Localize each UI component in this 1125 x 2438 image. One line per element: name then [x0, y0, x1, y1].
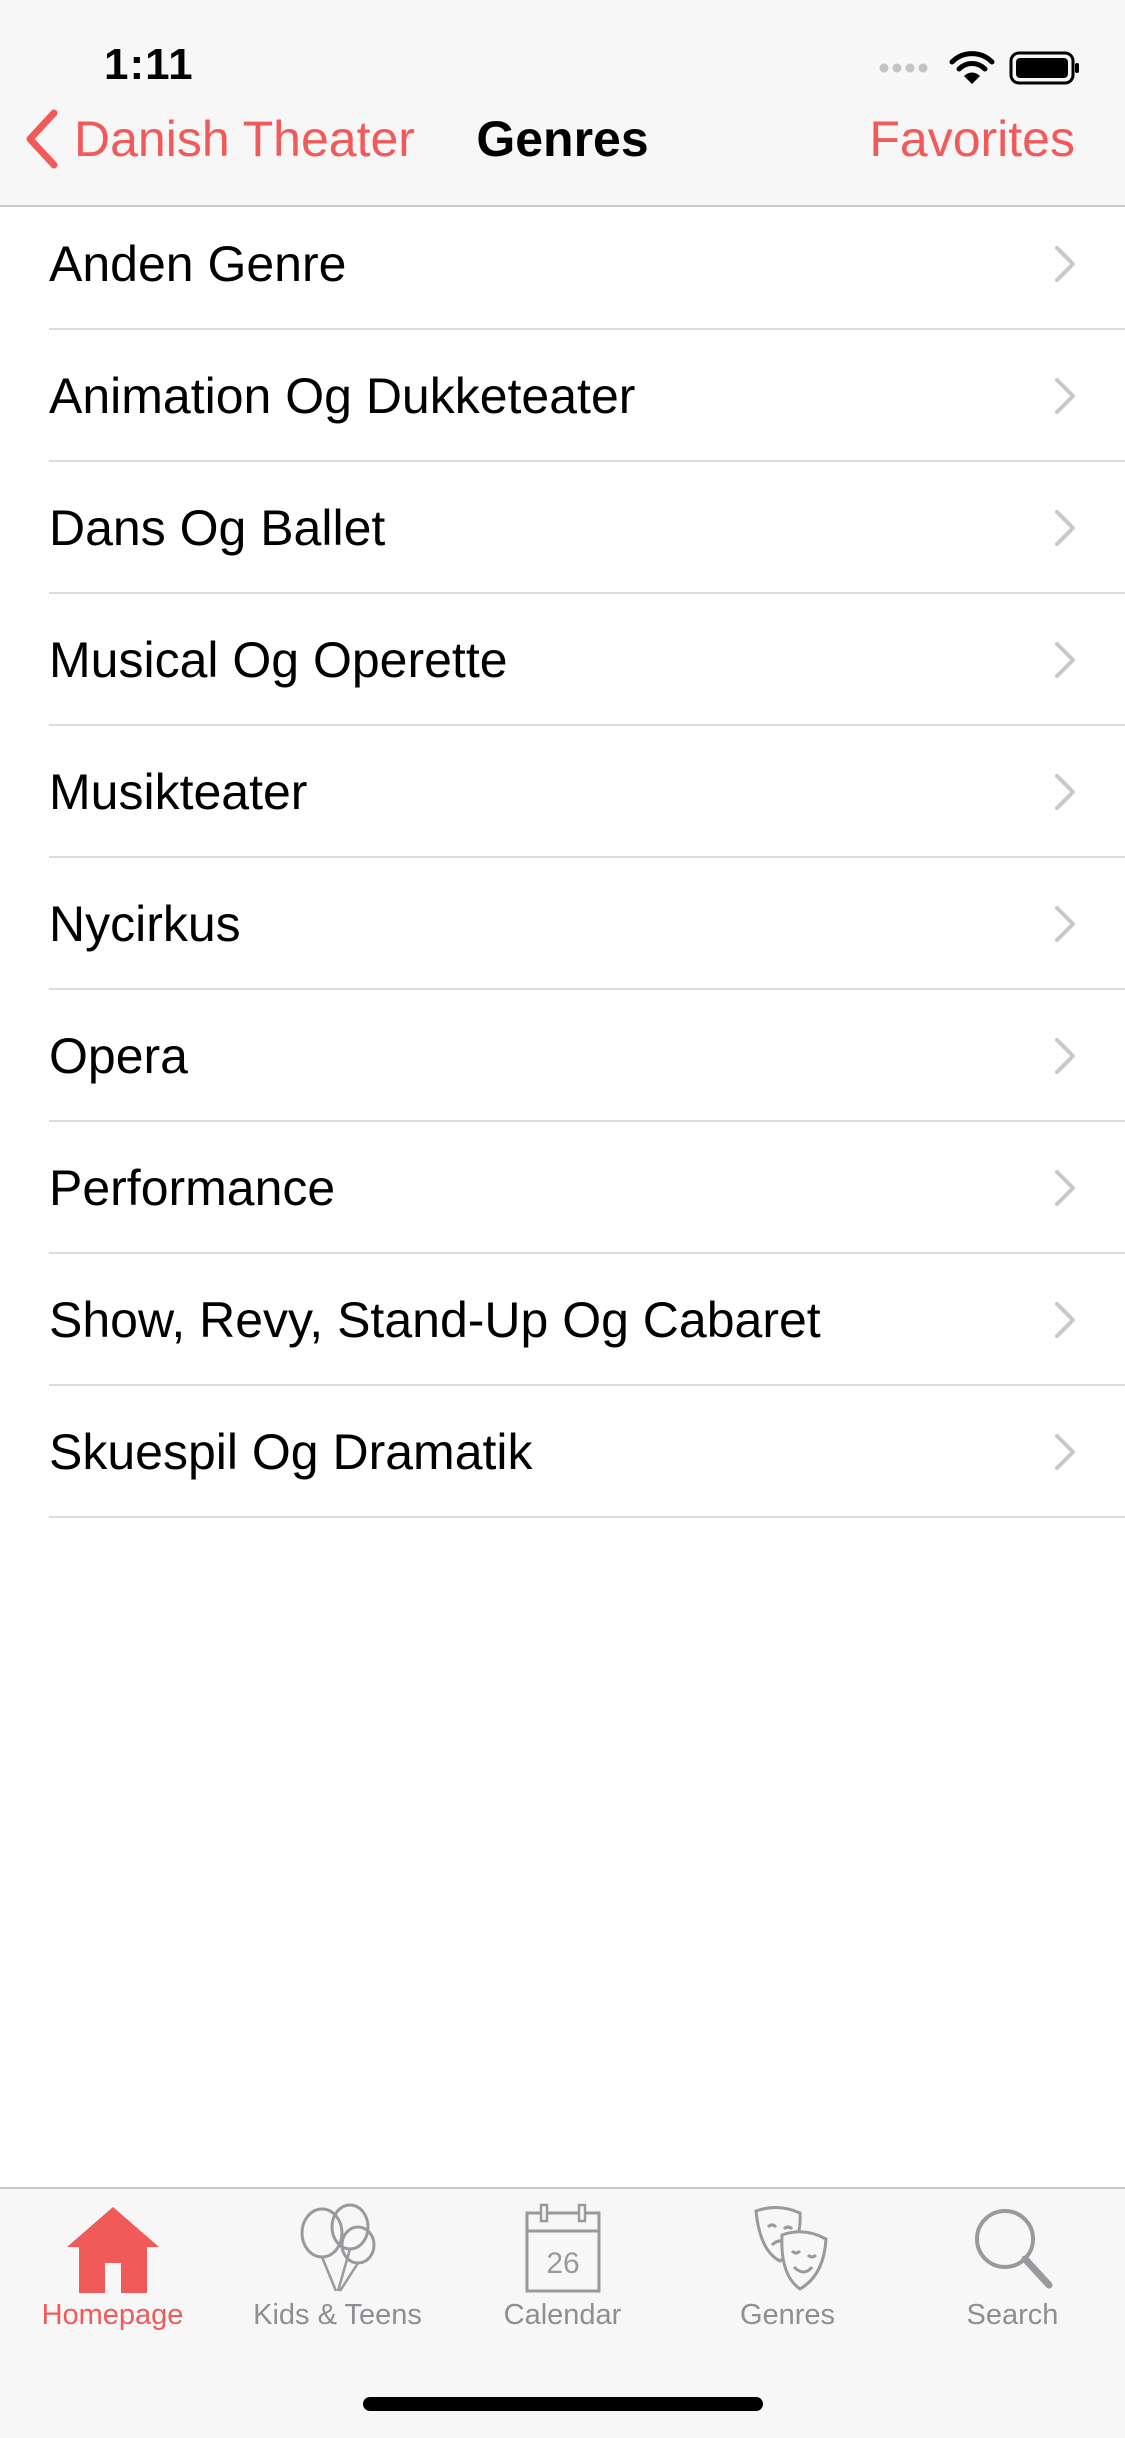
tab-label: Genres [739, 2299, 836, 2331]
list-item[interactable]: Show, Revy, Stand-Up Og Cabaret [0, 1254, 1125, 1386]
genre-list: Anden Genre Animation Og Dukketeater Dan… [0, 198, 1125, 1518]
theater-masks-icon [753, 2206, 828, 2291]
tab-label: Calendar [503, 2299, 622, 2331]
list-item[interactable]: Nycirkus [0, 858, 1125, 990]
house-icon [66, 2207, 159, 2293]
list-item-label: Nycirkus [49, 896, 241, 952]
list-item-label: Anden Genre [49, 236, 347, 292]
list-item-label: Opera [49, 1028, 188, 1084]
calendar-date: 26 [546, 2247, 579, 2280]
navigation-bar: Genres Danish Theater Favorites [0, 95, 1125, 207]
chevron-right-icon [1055, 1038, 1075, 1074]
list-item[interactable]: Musical Og Operette [0, 594, 1125, 726]
chevron-right-icon [1055, 510, 1075, 546]
tab-genres[interactable]: Genres [675, 2201, 900, 2351]
back-button[interactable]: Danish Theater [24, 95, 415, 183]
list-item-label: Musical Og Operette [49, 632, 508, 688]
tab-calendar[interactable]: 26 Calendar [450, 2201, 675, 2351]
list-item[interactable]: Performance [0, 1122, 1125, 1254]
tab-label: Search [966, 2299, 1059, 2331]
favorites-button[interactable]: Favorites [869, 95, 1075, 183]
chevron-right-icon [1055, 1170, 1075, 1206]
list-item-label: Animation Og Dukketeater [49, 368, 636, 424]
chevron-right-icon [1055, 642, 1075, 678]
chevron-right-icon [1055, 906, 1075, 942]
home-indicator [363, 2397, 763, 2411]
list-item-label: Dans Og Ballet [49, 500, 386, 556]
chevron-right-icon [1055, 774, 1075, 810]
list-item[interactable]: Dans Og Ballet [0, 462, 1125, 594]
status-time: 1:11 [104, 40, 194, 89]
signal-icon [879, 63, 928, 73]
list-item[interactable]: Anden Genre [0, 198, 1125, 330]
tab-search[interactable]: Search [900, 2201, 1125, 2351]
chevron-right-icon [1055, 1434, 1075, 1470]
tab-label: Kids & Teens [253, 2299, 422, 2331]
list-item[interactable]: Animation Og Dukketeater [0, 330, 1125, 462]
list-item[interactable]: Opera [0, 990, 1125, 1122]
battery-icon [1009, 51, 1079, 85]
list-item-label: Show, Revy, Stand-Up Og Cabaret [49, 1292, 821, 1348]
list-item[interactable]: Musikteater [0, 726, 1125, 858]
chevron-right-icon [1055, 1302, 1075, 1338]
wifi-icon [949, 51, 995, 84]
list-item-label: Musikteater [49, 764, 308, 820]
tab-kids-teens[interactable]: Kids & Teens [225, 2201, 450, 2351]
status-icons [879, 48, 1081, 88]
magnifier-icon [974, 2209, 1052, 2289]
tab-homepage[interactable]: Homepage [0, 2201, 225, 2351]
chevron-right-icon [1055, 246, 1075, 282]
balloons-icon [300, 2203, 375, 2292]
row-divider [49, 1516, 1125, 1518]
list-item-label: Performance [49, 1160, 336, 1216]
calendar-icon: 26 [525, 2203, 600, 2293]
back-button-label: Danish Theater [74, 111, 415, 167]
list-item-label: Skuespil Og Dramatik [49, 1424, 533, 1480]
tab-label: Homepage [41, 2299, 184, 2331]
list-item[interactable]: Skuespil Og Dramatik [0, 1386, 1125, 1518]
chevron-right-icon [1055, 378, 1075, 414]
chevron-left-icon [26, 109, 58, 169]
